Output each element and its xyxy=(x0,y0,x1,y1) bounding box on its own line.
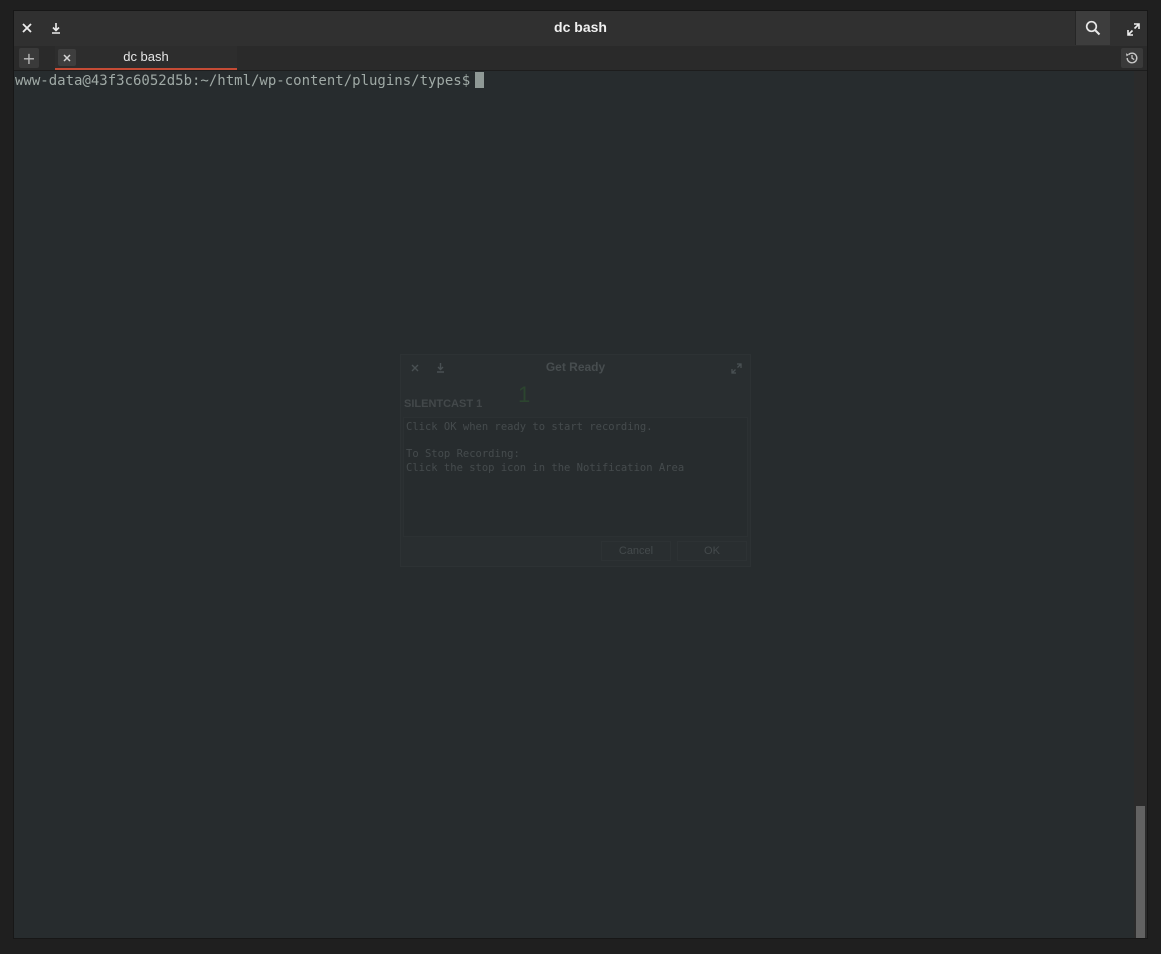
dialog-maximize-icon[interactable] xyxy=(728,360,744,376)
scrollbar[interactable] xyxy=(1134,71,1147,938)
history-button[interactable] xyxy=(1121,48,1143,68)
tab-label: dc bash xyxy=(123,49,169,64)
search-icon xyxy=(1085,20,1101,36)
dialog-message-line: Click OK when ready to start recording. xyxy=(406,421,653,433)
prompt-line: www-data@43f3c6052d5b:~/html/wp-content/… xyxy=(15,72,485,90)
maximize-icon[interactable] xyxy=(1121,17,1145,41)
text-cursor xyxy=(475,72,485,88)
dialog-message-line: To Stop Recording: xyxy=(406,448,520,460)
ok-button[interactable]: OK xyxy=(677,541,747,561)
dialog-heading: SILENTCAST 1 xyxy=(404,398,483,410)
countdown-number: 1 xyxy=(518,382,531,407)
dialog-footer: Cancel OK xyxy=(401,538,750,566)
history-icon xyxy=(1126,52,1138,64)
titlebar: dc bash xyxy=(14,11,1147,47)
dialog-message: Click OK when ready to start recording. T… xyxy=(403,417,748,537)
cancel-button[interactable]: Cancel xyxy=(601,541,671,561)
new-tab-button[interactable]: + xyxy=(19,48,39,68)
dialog-title: Get Ready xyxy=(545,360,606,374)
tab-dc-bash[interactable]: dc bash xyxy=(55,46,237,70)
dialog-message-line xyxy=(406,435,745,449)
prompt-text: www-data@43f3c6052d5b:~/html/wp-content/… xyxy=(15,73,471,89)
window-title: dc bash xyxy=(554,19,607,35)
tab-bar: + dc bash xyxy=(14,46,1147,71)
get-ready-dialog: Get Ready 1 SILENTCAST 1 Click OK when r… xyxy=(400,354,751,567)
search-button[interactable] xyxy=(1075,11,1110,45)
scrollbar-thumb[interactable] xyxy=(1136,806,1145,938)
dialog-titlebar: Get Ready xyxy=(401,355,750,381)
dialog-message-line: Click the stop icon in the Notification … xyxy=(406,461,685,474)
